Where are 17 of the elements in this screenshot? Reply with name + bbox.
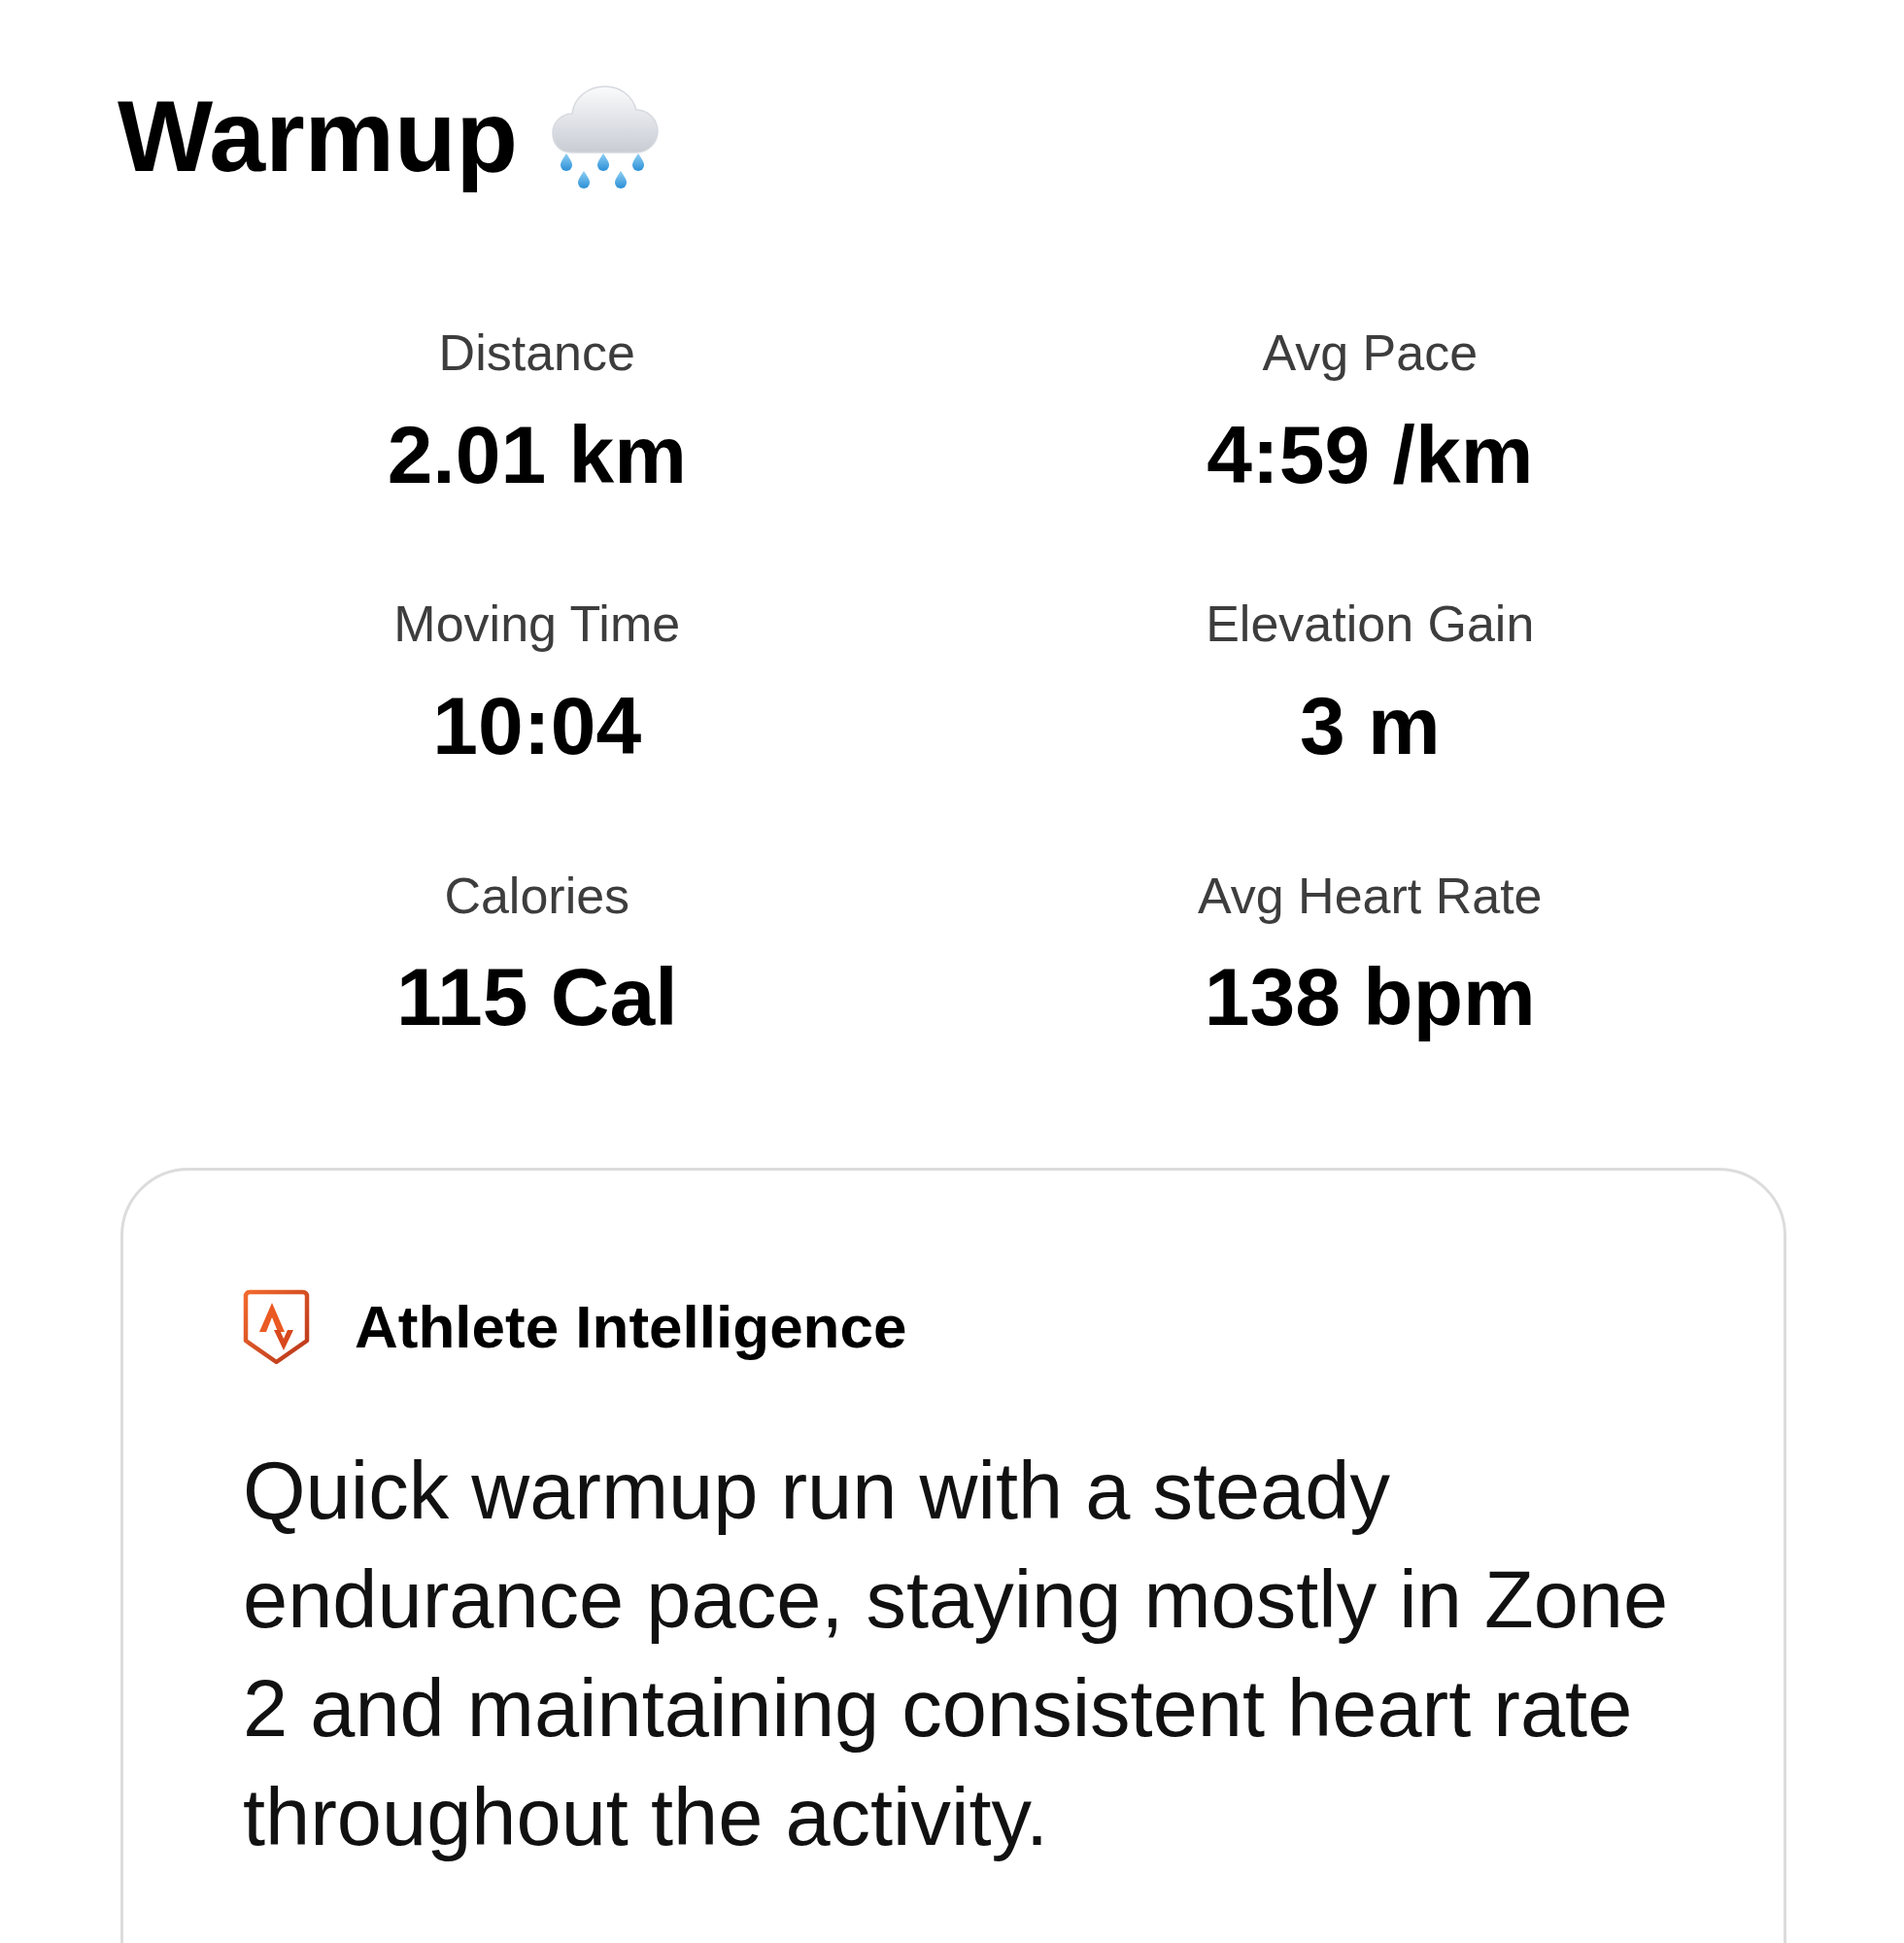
stat-value: 2.01 km: [387, 407, 687, 502]
shield-icon: [243, 1288, 310, 1365]
rain-cloud-icon: [551, 83, 661, 190]
stat-value: 138 bpm: [1204, 950, 1536, 1044]
insight-text: Quick warmup run with a steady endurance pace, staying mostly in Zone 2 and maintaining consistent heart rate throughout the activity.: [243, 1444, 1670, 1864]
stat-label: Calories: [444, 867, 630, 926]
stat-label: Distance: [438, 324, 635, 383]
stat-label: Moving Time: [393, 596, 681, 654]
stat-value: 115 Cal: [395, 950, 678, 1044]
page-title: Warmup: [118, 79, 519, 194]
stat-value: 4:59 /km: [1207, 407, 1534, 502]
card-title: Athlete Intelligence: [355, 1291, 907, 1362]
stat-label: Elevation Gain: [1206, 596, 1535, 654]
stat-label: Avg Pace: [1262, 324, 1479, 383]
stat-label: Avg Heart Rate: [1197, 867, 1543, 926]
stat-value: 10:04: [432, 679, 642, 773]
stat-value: 3 m: [1299, 679, 1441, 773]
